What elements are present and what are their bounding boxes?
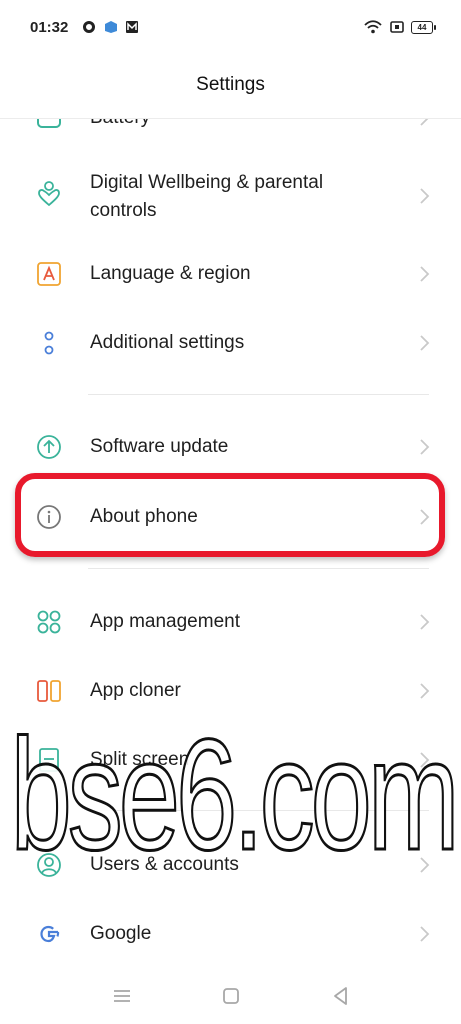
nfc-icon bbox=[390, 21, 404, 33]
chevron-right-icon bbox=[420, 188, 430, 204]
gear-icon bbox=[83, 21, 95, 33]
section-divider bbox=[88, 394, 429, 395]
mail-icon bbox=[126, 21, 138, 33]
settings-row-label: Language & region bbox=[90, 263, 251, 284]
settings-row-google[interactable]: Google bbox=[0, 901, 461, 967]
navigation-bar bbox=[0, 968, 461, 1024]
section-divider bbox=[88, 568, 429, 569]
menu-icon[interactable] bbox=[110, 984, 134, 1008]
google-icon bbox=[40, 925, 60, 943]
watermark-text: bse6.com bbox=[11, 707, 456, 874]
settings-row-software-update[interactable]: Software update bbox=[0, 414, 461, 480]
chevron-right-icon bbox=[420, 439, 430, 455]
header-divider bbox=[0, 118, 461, 119]
cube-app-icon bbox=[105, 21, 117, 33]
chevron-right-icon bbox=[420, 614, 430, 630]
language-icon bbox=[37, 262, 61, 286]
heart-person-icon bbox=[38, 181, 60, 206]
settings-row-label: Additional settings bbox=[90, 332, 245, 353]
apps-grid-icon bbox=[37, 610, 61, 634]
battery-indicator: 44 bbox=[411, 21, 436, 34]
settings-row-label: Google bbox=[90, 923, 152, 944]
home-icon[interactable] bbox=[219, 984, 243, 1008]
settings-row-label: App management bbox=[90, 611, 240, 632]
status-bar: 01:32 44 bbox=[0, 0, 461, 56]
settings-row-language[interactable]: Language & region bbox=[0, 241, 461, 307]
update-arrow-icon bbox=[37, 435, 61, 459]
chevron-right-icon bbox=[420, 926, 430, 942]
settings-row-label: Software update bbox=[90, 436, 229, 457]
settings-row-digital-wellbeing[interactable]: Digital Wellbeing & parental controls bbox=[0, 162, 461, 232]
chevron-right-icon bbox=[420, 335, 430, 351]
highlight-box bbox=[15, 473, 445, 557]
back-icon[interactable] bbox=[329, 984, 353, 1008]
chevron-right-icon bbox=[420, 266, 430, 282]
watermark: bse6.com bbox=[9, 706, 458, 875]
chevron-right-icon bbox=[420, 683, 430, 699]
settings-row-additional-settings[interactable]: Additional settings bbox=[0, 310, 461, 376]
settings-row-label: Digital Wellbeing & parental controls bbox=[90, 172, 324, 221]
cloner-icon bbox=[37, 680, 61, 702]
status-time: 01:32 bbox=[30, 19, 69, 36]
settings-row-label: App cloner bbox=[90, 680, 181, 701]
app-header: Settings bbox=[0, 56, 461, 118]
dots-icon bbox=[44, 331, 54, 355]
page-title: Settings bbox=[196, 74, 265, 95]
wifi-icon bbox=[364, 20, 382, 34]
settings-row-app-management[interactable]: App management bbox=[0, 589, 461, 655]
